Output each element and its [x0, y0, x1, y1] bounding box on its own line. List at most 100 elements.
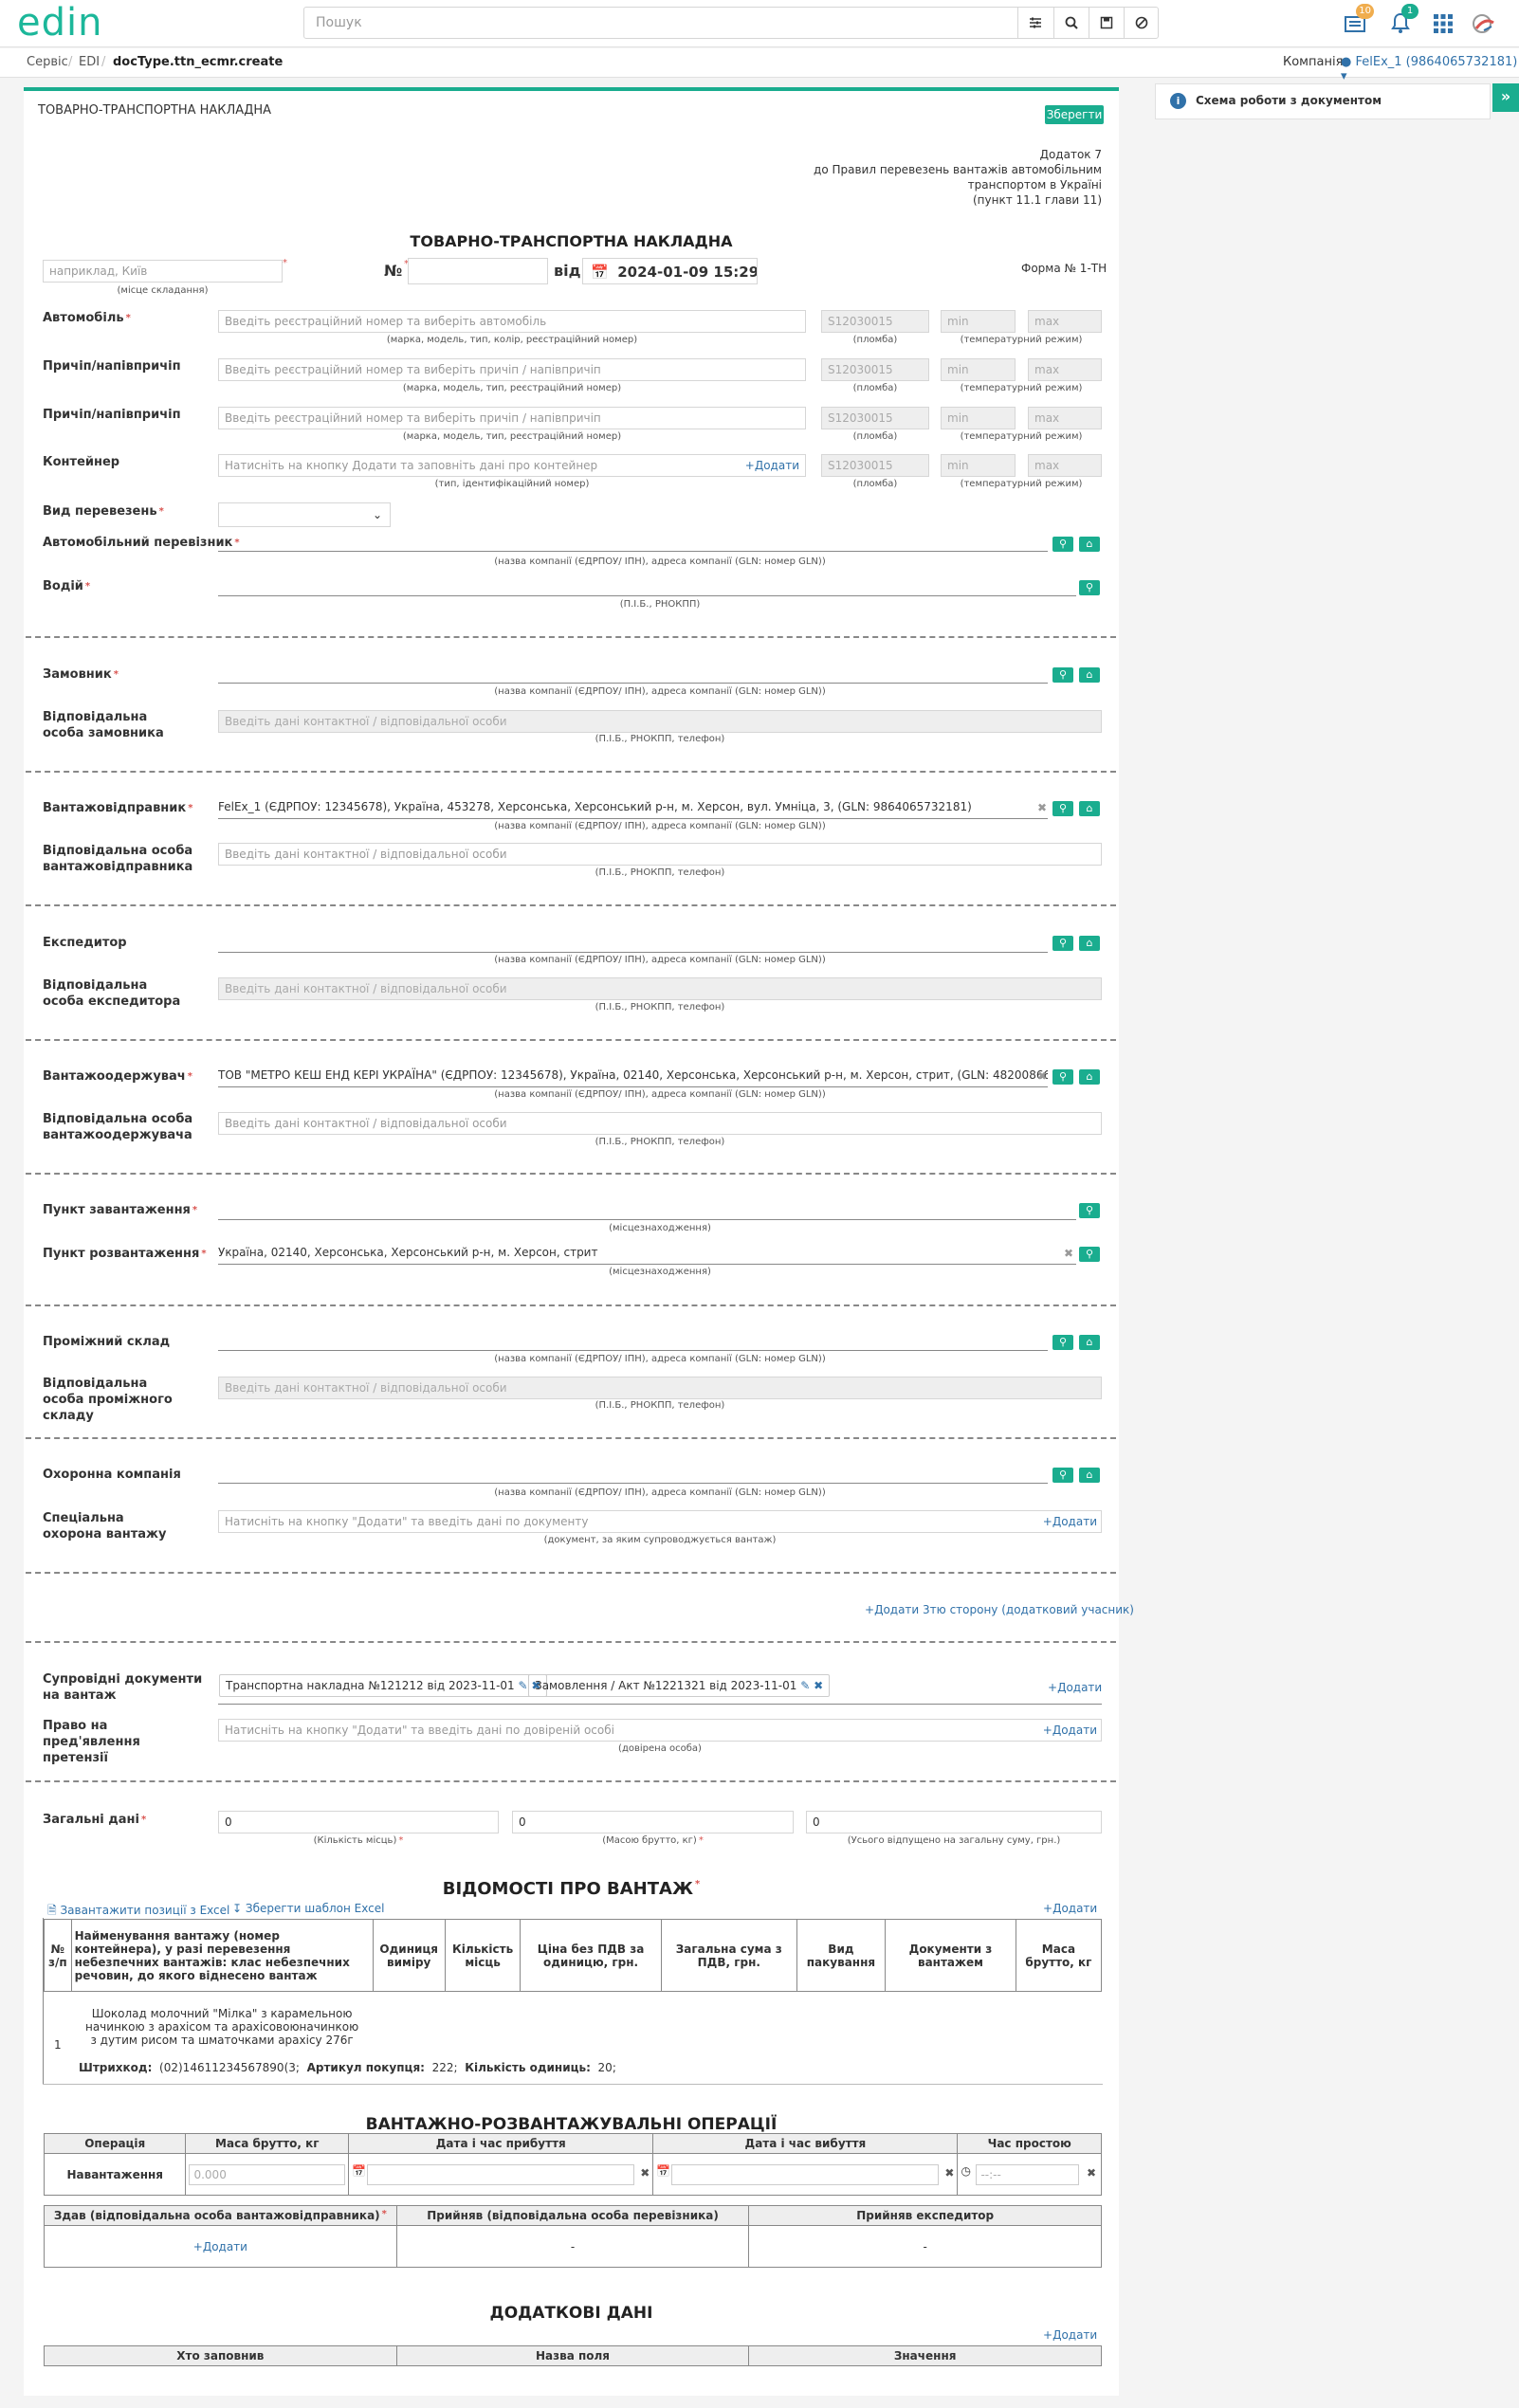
edit-icon[interactable]: ✎ — [800, 1679, 810, 1692]
save-template-button[interactable]: ↧ Зберегти шаблон Excel — [232, 1902, 384, 1915]
search-icon[interactable] — [1053, 8, 1089, 38]
doc-chip-2[interactable]: Замовлення / Акт №1221321 від 2023-11-01… — [528, 1674, 831, 1697]
carriage-type-select[interactable]: ⌄ — [218, 502, 391, 527]
carrier-search-button[interactable]: ⚲ — [1052, 537, 1073, 552]
container-input[interactable]: Натисніть на кнопку Додати та заповніть … — [218, 454, 806, 477]
number-input[interactable] — [408, 258, 548, 284]
warehouse-contact-input[interactable]: Введіть дані контактної / відповідальної… — [218, 1377, 1102, 1399]
clear-icon[interactable]: ✖ — [1087, 2166, 1096, 2180]
car-seal-input[interactable]: S12030015 — [821, 310, 929, 333]
bell-icon[interactable]: 1 — [1386, 4, 1418, 38]
customer-contact-input[interactable]: Введіть дані контактної / відповідальної… — [218, 710, 1102, 733]
breadcrumb-service[interactable]: Сервіс — [27, 55, 68, 69]
departure-datetime[interactable]: 📅 ✖ — [656, 2163, 954, 2185]
shipper-search-button[interactable]: ⚲ — [1052, 801, 1073, 816]
docs-add-button[interactable]: +Додати — [1048, 1681, 1102, 1694]
car-input[interactable]: Введіть реєстраційний номер та виберіть … — [218, 310, 806, 333]
car-label: Автомобіль * — [43, 311, 131, 325]
documents-icon[interactable]: 10 — [1342, 4, 1374, 38]
clear-search-icon[interactable] — [1124, 8, 1159, 38]
extra-add-button[interactable]: +Додати — [1043, 2328, 1097, 2342]
user-avatar-icon[interactable] — [1470, 9, 1498, 38]
shipper-input[interactable]: FelEx_1 (ЄДРПОУ: 12345678), Україна, 453… — [218, 796, 1048, 819]
forwarder-input[interactable] — [218, 930, 1048, 953]
trailer1-temp-min[interactable]: min — [941, 358, 1016, 381]
trailer2-temp-max[interactable]: max — [1028, 407, 1102, 429]
driver-input[interactable] — [218, 574, 1076, 596]
security-input[interactable] — [218, 1461, 1048, 1484]
idle-time[interactable]: ◷ --:-- ✖ — [961, 2163, 1098, 2185]
car-temp-max[interactable]: max — [1028, 310, 1102, 333]
edin-logo[interactable]: edin — [17, 4, 102, 42]
special-security-add-button[interactable]: +Додати — [1043, 1515, 1097, 1528]
forwarder-contact-input[interactable]: Введіть дані контактної / відповідальної… — [218, 977, 1102, 1000]
sum-input[interactable]: 0 — [806, 1811, 1102, 1833]
consignee-home-button[interactable]: ⌂ — [1079, 1069, 1100, 1085]
car-temp-min[interactable]: min — [941, 310, 1016, 333]
consignee-contact-input[interactable]: Введіть дані контактної / відповідальної… — [218, 1112, 1102, 1135]
date-input[interactable]: 📅 2024-01-09 15:29 — [582, 258, 758, 284]
ops-mass-input[interactable]: 0.000 — [189, 2163, 346, 2185]
edit-icon[interactable]: ✎ — [519, 1679, 528, 1692]
carrier-input[interactable] — [218, 529, 1048, 552]
driver-search-button[interactable]: ⚲ — [1079, 580, 1100, 595]
unload-point-clear-icon[interactable]: ✖ — [1064, 1247, 1073, 1260]
trailer2-input[interactable]: Введіть реєстраційний номер та виберіть … — [218, 407, 806, 429]
unload-point-search-button[interactable]: ⚲ — [1079, 1247, 1100, 1262]
breadcrumb-edi[interactable]: EDI — [79, 55, 100, 69]
sign-add-button[interactable]: +Додати — [193, 2240, 247, 2253]
remove-icon[interactable]: ✖ — [814, 1679, 823, 1692]
trailer2-seal-input[interactable]: S12030015 — [821, 407, 929, 429]
warehouse-input[interactable] — [218, 1328, 1048, 1351]
claim-input[interactable]: Натисніть на кнопку "Додати" та введіть … — [218, 1719, 1102, 1742]
clear-icon[interactable]: ✖ — [640, 2166, 650, 2180]
customer-input[interactable] — [218, 661, 1048, 684]
load-point-search-button[interactable]: ⚲ — [1079, 1203, 1100, 1218]
unload-point-input[interactable]: Україна, 02140, Херсонська, Херсонський … — [218, 1242, 1076, 1265]
warehouse-home-button[interactable]: ⌂ — [1079, 1335, 1100, 1350]
consignee-search-button[interactable]: ⚲ — [1052, 1069, 1073, 1085]
shipper-contact-input[interactable]: Введіть дані контактної / відповідальної… — [218, 843, 1102, 866]
forwarder-search-button[interactable]: ⚲ — [1052, 936, 1073, 951]
clear-icon[interactable]: ✖ — [944, 2166, 954, 2180]
mass-input[interactable]: 0 — [512, 1811, 794, 1833]
workflow-panel[interactable]: i Схема роботи з документом — [1155, 83, 1491, 119]
places-input[interactable]: 0 — [218, 1811, 499, 1833]
load-point-input[interactable] — [218, 1197, 1076, 1220]
customer-search-button[interactable]: ⚲ — [1052, 667, 1073, 683]
place-input[interactable]: наприклад, Київ — [43, 260, 283, 283]
trailer1-seal-input[interactable]: S12030015 — [821, 358, 929, 381]
company-select[interactable]: ● FelEx_1 (9864065732181) ▾ — [1341, 55, 1519, 84]
save-search-icon[interactable] — [1089, 8, 1124, 38]
arrival-datetime[interactable]: 📅 ✖ — [352, 2163, 650, 2185]
expand-panel-button[interactable]: » — [1492, 83, 1519, 112]
carrier-home-button[interactable]: ⌂ — [1079, 537, 1100, 552]
warehouse-search-button[interactable]: ⚲ — [1052, 1335, 1073, 1350]
col-name: Найменування вантажу (номер контейнера),… — [70, 1919, 374, 1992]
security-search-button[interactable]: ⚲ — [1052, 1468, 1073, 1483]
trailer1-input[interactable]: Введіть реєстраційний номер та виберіть … — [218, 358, 806, 381]
security-home-button[interactable]: ⌂ — [1079, 1468, 1100, 1483]
shipper-home-button[interactable]: ⌂ — [1079, 801, 1100, 816]
shipper-clear-icon[interactable]: ✖ — [1037, 801, 1047, 814]
warehouse-contact-label: Відповідальна особа проміжного складу — [43, 1377, 173, 1423]
save-button[interactable]: Зберегти — [1045, 105, 1104, 124]
trailer2-temp-min[interactable]: min — [941, 407, 1016, 429]
apps-grid-icon[interactable] — [1429, 9, 1457, 38]
special-security-input[interactable]: Натисніть на кнопку "Додати" та введіть … — [218, 1510, 1102, 1533]
consignee-clear-icon[interactable]: ✖ — [1037, 1069, 1047, 1083]
filter-icon[interactable] — [1017, 8, 1052, 38]
customer-home-button[interactable]: ⌂ — [1079, 667, 1100, 683]
claim-add-button[interactable]: +Додати — [1043, 1724, 1097, 1737]
trailer1-temp-max[interactable]: max — [1028, 358, 1102, 381]
container-add-button[interactable]: +Додати — [745, 459, 799, 472]
add-third-party-button[interactable]: +Додати 3тю сторону (додатковий учасник) — [865, 1603, 1134, 1616]
container-temp-max[interactable]: max — [1028, 454, 1102, 477]
consignee-input[interactable]: ТОВ "МЕТРО КЕШ ЕНД КЕРІ УКРАЇНА" (ЄДРПОУ… — [218, 1065, 1048, 1087]
cargo-add-button[interactable]: +Додати — [1043, 1902, 1097, 1915]
forwarder-home-button[interactable]: ⌂ — [1079, 936, 1100, 951]
search-input[interactable]: Пошук — [316, 15, 362, 30]
container-temp-min[interactable]: min — [941, 454, 1016, 477]
doc-chip-1[interactable]: Транспортна накладна №121212 від 2023-11… — [219, 1674, 548, 1697]
container-seal-input[interactable]: S12030015 — [821, 454, 929, 477]
